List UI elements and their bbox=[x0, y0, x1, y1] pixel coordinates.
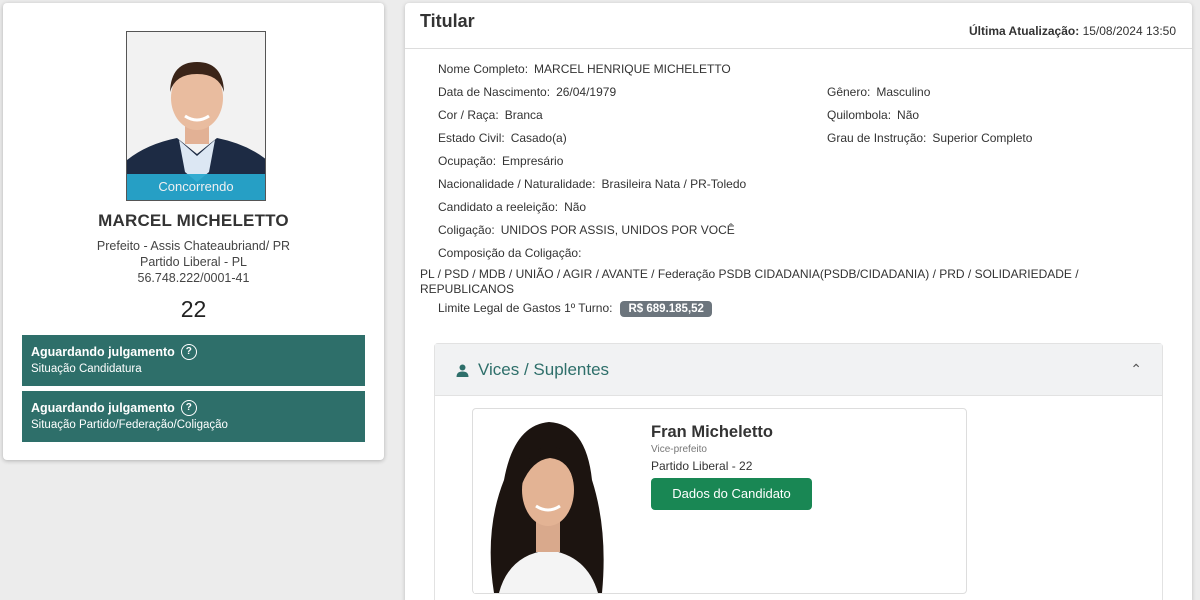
status-title: Aguardando julgamento bbox=[31, 345, 175, 359]
field-label: Nacionalidade / Naturalidade: bbox=[438, 177, 596, 191]
field-label: Data de Nascimento: bbox=[438, 85, 551, 99]
field-education: Grau de Instrução: Superior Completo bbox=[827, 131, 1032, 145]
field-coalition-composition: Composição da Coligação: bbox=[438, 246, 581, 260]
field-label: Grau de Instrução: bbox=[827, 131, 927, 145]
field-label: Candidato a reeleição: bbox=[438, 200, 559, 214]
field-value: Branca bbox=[504, 108, 543, 122]
candidate-cnpj: 56.748.222/0001-41 bbox=[137, 271, 250, 285]
last-update-label: Última Atualização: bbox=[968, 24, 1080, 38]
field-label: Nome Completo: bbox=[438, 62, 529, 76]
field-occupation: Ocupação: Empresário bbox=[438, 154, 563, 168]
field-reelection: Candidato a reeleição: Não bbox=[438, 200, 586, 214]
field-value: Brasileira Nata / PR-Toledo bbox=[601, 177, 747, 191]
field-value: MARCEL HENRIQUE MICHELETTO bbox=[534, 62, 731, 76]
candidate-details-button[interactable]: Dados do Candidato bbox=[651, 478, 812, 510]
status-title: Aguardando julgamento bbox=[31, 401, 175, 415]
field-value: 26/04/1979 bbox=[556, 85, 617, 99]
candidate-name: MARCEL MICHELETTO bbox=[98, 211, 289, 230]
field-label: Limite Legal de Gastos 1º Turno: bbox=[438, 301, 613, 315]
vice-party: Partido Liberal - 22 bbox=[651, 459, 753, 473]
spending-limit-badge: R$ 689.185,52 bbox=[620, 301, 712, 317]
question-circle-icon[interactable]: ? bbox=[180, 400, 197, 416]
last-update-value: 15/08/2024 13:50 bbox=[1082, 24, 1176, 38]
vice-photo bbox=[474, 410, 622, 593]
field-value: UNIDOS POR ASSIS, UNIDOS POR VOCÊ bbox=[500, 223, 735, 237]
vice-name: Fran Micheletto bbox=[651, 423, 773, 441]
chevron-up-icon[interactable]: ⌃ bbox=[1130, 361, 1142, 378]
field-full-name: Nome Completo: MARCEL HENRIQUE MICHELETTO bbox=[438, 62, 731, 76]
vice-portrait-image bbox=[474, 410, 622, 593]
candidacy-status-ribbon: Concorrendo bbox=[127, 174, 265, 200]
status-subtitle: Situação Partido/Federação/Coligação bbox=[31, 419, 228, 431]
person-icon bbox=[456, 364, 469, 377]
field-value: Não bbox=[897, 108, 920, 122]
field-label: Cor / Raça: bbox=[438, 108, 499, 122]
question-circle-icon[interactable]: ? bbox=[180, 344, 197, 360]
field-gender: Gênero: Masculino bbox=[827, 85, 930, 99]
party-status-box: Aguardando julgamento ? Situação Partido… bbox=[22, 391, 365, 442]
field-label: Ocupação: bbox=[438, 154, 497, 168]
field-quilombola: Quilombola: Não bbox=[827, 108, 919, 122]
field-label: Gênero: bbox=[827, 85, 871, 99]
last-update: Última Atualização: 15/08/2024 13:50 bbox=[969, 24, 1176, 38]
vices-title: Vices / Suplentes bbox=[478, 360, 610, 379]
panel-title: Titular bbox=[420, 11, 475, 31]
candidate-photo: Concorrendo bbox=[126, 31, 266, 201]
field-value: Empresário bbox=[502, 154, 564, 168]
candidate-party: Partido Liberal - PL bbox=[139, 255, 247, 269]
field-birth-date: Data de Nascimento: 26/04/1979 bbox=[438, 85, 616, 99]
candidate-number: 22 bbox=[180, 296, 207, 322]
field-label: Estado Civil: bbox=[438, 131, 505, 145]
vices-accordion-header[interactable]: Vices / Suplentes ⌃ bbox=[435, 344, 1162, 396]
field-marital-status: Estado Civil: Casado(a) bbox=[438, 131, 567, 145]
field-label: Coligação: bbox=[438, 223, 495, 237]
field-value: Superior Completo bbox=[932, 131, 1033, 145]
field-value: Não bbox=[564, 200, 587, 214]
field-label: Quilombola: bbox=[827, 108, 892, 122]
field-value: Masculino bbox=[876, 85, 931, 99]
field-spending-limit: Limite Legal de Gastos 1º Turno: R$ 689.1… bbox=[438, 301, 712, 317]
field-value: Casado(a) bbox=[510, 131, 567, 145]
vice-card: Fran Micheletto Vice-prefeito Partido Li… bbox=[472, 408, 967, 594]
status-subtitle: Situação Candidatura bbox=[31, 363, 142, 375]
field-race: Cor / Raça: Branca bbox=[438, 108, 543, 122]
coalition-parties: PL / PSD / MDB / UNIÃO / AGIR / AVANTE /… bbox=[420, 267, 1079, 296]
candidacy-status-box: Aguardando julgamento ? Situação Candida… bbox=[22, 335, 365, 386]
vice-role: Vice-prefeito bbox=[651, 444, 707, 455]
candidate-card: Concorrendo MARCEL MICHELETTO Prefeito -… bbox=[3, 3, 384, 460]
divider bbox=[405, 48, 1192, 49]
field-label: Composição da Coligação: bbox=[438, 246, 582, 260]
field-coalition: Coligação: UNIDOS POR ASSIS, UNIDOS POR V… bbox=[438, 223, 735, 237]
field-nationality: Nacionalidade / Naturalidade: Brasileira … bbox=[438, 177, 746, 191]
candidate-office: Prefeito - Assis Chateaubriand/ PR bbox=[96, 239, 291, 253]
